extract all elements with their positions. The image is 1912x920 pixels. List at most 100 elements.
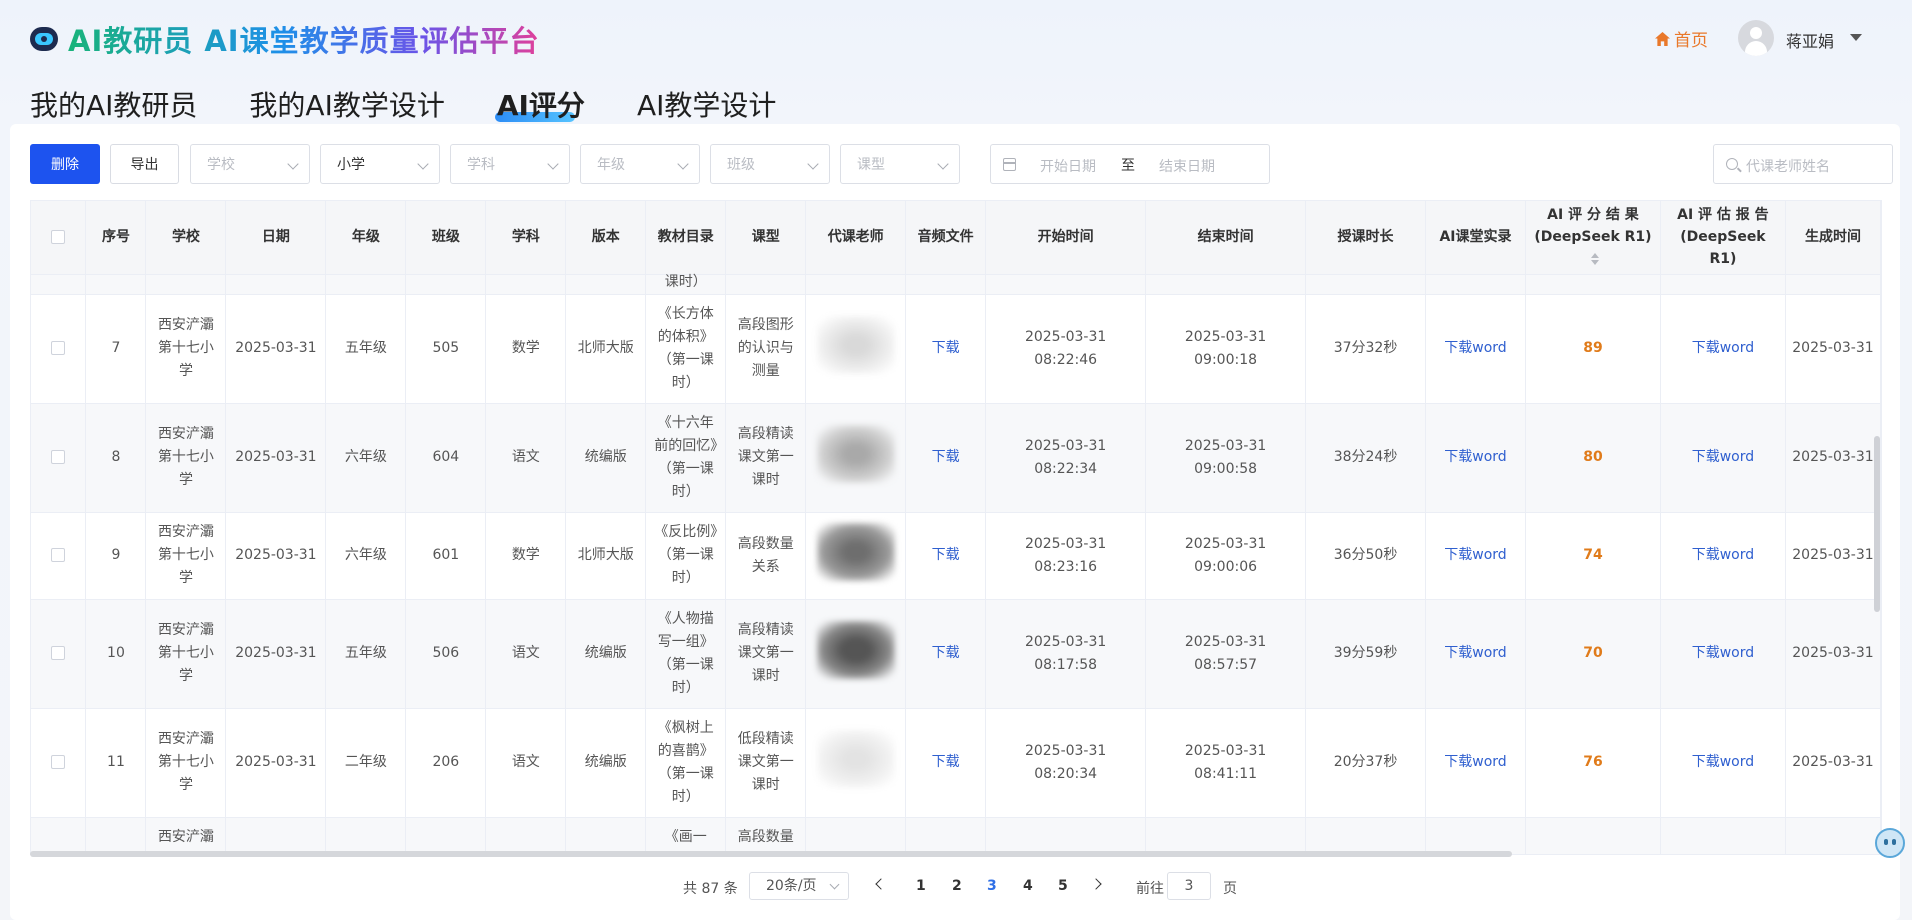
export-button[interactable]: 导出 <box>110 144 179 184</box>
stage-select[interactable]: 小学 <box>320 144 440 184</box>
duration-cell: 37分32秒 <box>1305 294 1426 404</box>
pagination: 共 87 条 20条/页 1 2 3 4 5 前往 3 页 <box>10 872 1900 902</box>
audio-download-link-cell: 下载 <box>905 403 987 513</box>
class-cell: 206 <box>405 708 487 818</box>
page-3[interactable]: 3 <box>987 878 997 894</box>
app-logo[interactable]: AI教研员 AI课堂教学质量评估平台 <box>30 18 540 60</box>
grade-select[interactable]: 年级 <box>580 144 700 184</box>
report-download-link[interactable]: 下载word <box>1692 754 1754 770</box>
row-checkbox[interactable] <box>51 341 66 355</box>
chevron-left-icon[interactable] <box>875 878 887 890</box>
partial-cell <box>1525 817 1661 854</box>
end-time-cell: 2025-03-31 09:00:18 <box>1145 294 1307 404</box>
chat-assistant-icon[interactable] <box>1875 828 1905 858</box>
table-row: 11 西安浐灞第十七小学 2025-03-31 二年级 206 语文 统编版 《枫树上的喜鹊》… <box>31 708 1881 818</box>
partial-cell <box>1145 817 1307 854</box>
vertical-scrollbar[interactable] <box>1874 436 1880 612</box>
catalog-cell: 《枫树上的喜鹊》（第一课时） <box>645 708 727 818</box>
edition-cell: 北师大版 <box>565 512 647 600</box>
audio-download-link[interactable]: 下载 <box>932 547 960 563</box>
end-time-cell: 2025-03-31 09:00:06 <box>1145 512 1307 600</box>
score-col-title: AI 评 分 结 果(DeepSeek R1) <box>1534 207 1652 246</box>
audio-download-link[interactable]: 下载 <box>932 645 960 661</box>
teacher-name-redacted <box>816 315 895 374</box>
record-download-link[interactable]: 下载word <box>1444 754 1506 770</box>
end-time-cell: 2025-03-31 09:00:58 <box>1145 403 1307 513</box>
col-header: AI 评 估 报 告 (DeepSeek R1) <box>1660 201 1786 275</box>
page-size-select[interactable]: 20条/页 <box>749 872 849 900</box>
page-4[interactable]: 4 <box>1023 878 1033 894</box>
chevron-right-icon[interactable] <box>1090 878 1102 890</box>
report-download-link[interactable]: 下载word <box>1692 449 1754 465</box>
table-row: 7 西安浐灞第十七小学 2025-03-31 五年级 505 数学 北师大版 《长方体的体积》… <box>31 294 1881 404</box>
delete-button[interactable]: 删除 <box>30 144 100 184</box>
chevron-down-icon <box>677 158 689 170</box>
report-download-link[interactable]: 下载word <box>1692 547 1754 563</box>
tab-ai-teaching-design[interactable]: AI教学设计 <box>637 84 776 124</box>
tab-my-ai-teaching-design[interactable]: 我的AI教学设计 <box>249 84 444 124</box>
subject-select[interactable]: 学科 <box>450 144 570 184</box>
col-header: 学校 <box>145 201 227 275</box>
select-all-checkbox[interactable] <box>51 230 66 245</box>
end-date-input[interactable]: 结束日期 <box>1159 156 1215 176</box>
end-time-cell: 2025-03-31 08:57:57 <box>1145 599 1307 709</box>
col-header: 生成时间 <box>1785 201 1881 275</box>
audio-download-link-cell: 下载 <box>905 512 987 600</box>
class-select[interactable]: 班级 <box>710 144 830 184</box>
page-5[interactable]: 5 <box>1058 878 1068 894</box>
page-1[interactable]: 1 <box>916 878 926 894</box>
class-cell: 601 <box>405 512 487 600</box>
record-download-link[interactable]: 下载word <box>1444 547 1506 563</box>
start-date-input[interactable]: 开始日期 <box>1040 156 1096 176</box>
score-col-header[interactable]: AI 评 分 结 果(DeepSeek R1) <box>1525 201 1661 275</box>
audio-download-link[interactable]: 下载 <box>932 449 960 465</box>
date-range-picker[interactable]: 开始日期 至 结束日期 <box>990 144 1270 184</box>
duration-cell: 36分50秒 <box>1305 512 1426 600</box>
goto-page-input[interactable]: 3 <box>1167 872 1211 900</box>
row-checkbox[interactable] <box>51 450 66 464</box>
row-checkbox[interactable] <box>51 548 66 562</box>
select-all-header <box>31 201 87 275</box>
catalog-cell: 《反比例》（第一课时） <box>645 512 727 600</box>
school-cell: 西安浐灞第十七小学 <box>145 512 227 600</box>
partial-school-cell: 西安浐灞 <box>145 817 227 854</box>
report-download-link-cell: 下载word <box>1660 599 1786 709</box>
school-select[interactable]: 学校 <box>190 144 310 184</box>
teacher-cell <box>805 403 907 513</box>
score-table: 序号 学校 日期 年级 班级 学科 版本 教材目录 课型 代课老师 音频文件 开… <box>30 200 1882 855</box>
sort-icon[interactable] <box>1590 252 1599 266</box>
chevron-down-icon <box>547 158 559 170</box>
partial-cell <box>805 817 907 854</box>
col-header: 班级 <box>405 201 487 275</box>
start-time-cell: 2025-03-31 08:20:34 <box>985 708 1147 818</box>
report-download-link[interactable]: 下载word <box>1692 645 1754 661</box>
top-header: AI教研员 AI课堂教学质量评估平台 首页 蒋亚娟 <box>0 0 1912 78</box>
date-cell: 2025-03-31 <box>225 294 327 404</box>
tab-ai-scoring[interactable]: AI评分 <box>494 84 585 124</box>
audio-download-link[interactable]: 下载 <box>932 754 960 770</box>
report-download-link-cell: 下载word <box>1660 403 1786 513</box>
record-download-link[interactable]: 下载word <box>1444 645 1506 661</box>
lesson-type-select[interactable]: 课型 <box>840 144 960 184</box>
username[interactable]: 蒋亚娟 <box>1786 28 1834 52</box>
generated-time-cell: 2025-03-31 <box>1785 708 1881 818</box>
avatar-icon[interactable] <box>1738 20 1774 56</box>
score-value: 80 <box>1583 449 1603 465</box>
report-download-link[interactable]: 下载word <box>1692 340 1754 356</box>
page-2[interactable]: 2 <box>952 878 962 894</box>
partial-cell <box>225 817 327 854</box>
record-download-link[interactable]: 下载word <box>1444 340 1506 356</box>
calendar-icon <box>1003 158 1016 171</box>
score-value-cell: 70 <box>1525 599 1661 709</box>
caret-down-icon[interactable] <box>1850 34 1862 41</box>
record-download-link[interactable]: 下载word <box>1444 449 1506 465</box>
partial-type-cell: 高段数量 <box>725 817 807 854</box>
horizontal-scrollbar[interactable] <box>30 851 1512 857</box>
row-checkbox[interactable] <box>51 646 66 660</box>
audio-download-link[interactable]: 下载 <box>932 340 960 356</box>
start-time-cell: 2025-03-31 08:17:58 <box>985 599 1147 709</box>
home-link[interactable]: 首页 <box>1655 26 1708 51</box>
teacher-search-input[interactable]: 代课老师姓名 <box>1713 144 1893 184</box>
row-checkbox[interactable] <box>51 755 66 769</box>
tab-my-ai-researcher[interactable]: 我的AI教研员 <box>30 84 197 124</box>
